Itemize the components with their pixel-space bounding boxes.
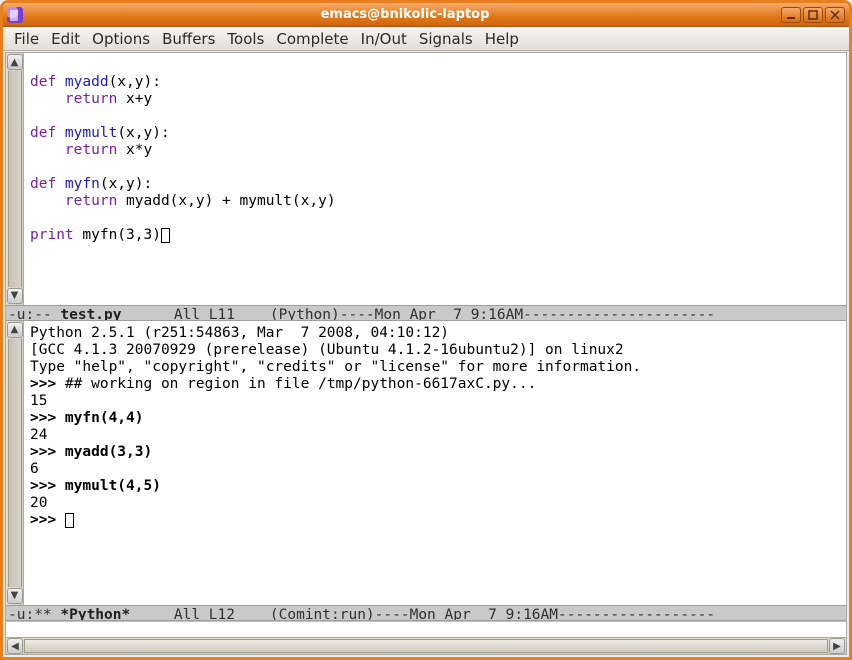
repl-output: 15 [30, 393, 47, 409]
echo-area[interactable] [6, 621, 846, 637]
menu-edit[interactable]: Edit [46, 28, 85, 50]
window-title: emacs@bnikolic-laptop [29, 7, 781, 22]
mode-line-bottom[interactable]: -u:** *Python* All L12 (Comint:run)----M… [6, 605, 846, 621]
repl-pane: ▲ ▼ Python 2.5.1 (r251:54863, Mar 7 2008… [6, 321, 846, 605]
scroll-track[interactable] [24, 639, 828, 653]
menu-file[interactable]: File [9, 28, 44, 50]
source-line: def mymult(x,y): [30, 125, 170, 141]
source-line: def myadd(x,y): [30, 74, 161, 90]
maximize-button[interactable] [803, 7, 823, 23]
close-button[interactable] [825, 7, 845, 23]
repl-line: >>> myadd(3,3) [30, 444, 152, 460]
scroll-track[interactable] [8, 339, 22, 587]
repl-banner: Type "help", "copyright", "credits" or "… [30, 359, 641, 375]
scroll-right-icon[interactable]: ▶ [829, 638, 845, 654]
source-line: def myfn(x,y): [30, 176, 152, 192]
menu-signals[interactable]: Signals [414, 28, 478, 50]
repl-output: 20 [30, 495, 47, 511]
repl-banner: Python 2.5.1 (r251:54863, Mar 7 2008, 04… [30, 325, 449, 341]
text-cursor [161, 228, 170, 243]
scroll-thumb[interactable] [24, 640, 828, 652]
scroll-down-icon[interactable]: ▼ [7, 588, 23, 604]
scroll-up-icon[interactable]: ▲ [7, 322, 23, 338]
scrollbar-vertical-bottom[interactable]: ▲ ▼ [6, 321, 24, 605]
menu-complete[interactable]: Complete [271, 28, 353, 50]
repl-output: 6 [30, 461, 39, 477]
scrollbar-vertical-top[interactable]: ▲ ▼ [6, 53, 24, 305]
menu-tools[interactable]: Tools [222, 28, 269, 50]
source-line: return x+y [30, 91, 152, 107]
menu-options[interactable]: Options [87, 28, 155, 50]
repl-line: >>> [30, 512, 74, 528]
work-area: ▲ ▼ def myadd(x,y): return x+y def mymul… [5, 52, 847, 655]
text-cursor [65, 513, 74, 528]
repl-line: >>> myfn(4,4) [30, 410, 144, 426]
repl-line: >>> ## working on region in file /tmp/py… [30, 376, 536, 392]
source-line: return x*y [30, 142, 152, 158]
mode-line-top[interactable]: -u:-- test.py All L11 (Python)----Mon Ap… [6, 305, 846, 321]
window-titlebar: emacs@bnikolic-laptop [3, 3, 849, 27]
app-icon [7, 7, 23, 23]
repl-line: >>> mymult(4,5) [30, 478, 161, 494]
menu-inout[interactable]: In/Out [356, 28, 412, 50]
scrollbar-horizontal[interactable]: ◀ ▶ [6, 637, 846, 654]
editor-buffer[interactable]: def myadd(x,y): return x+y def mymult(x,… [24, 53, 846, 305]
menu-help[interactable]: Help [480, 28, 524, 50]
minimize-button[interactable] [781, 7, 801, 23]
scroll-left-icon[interactable]: ◀ [7, 638, 23, 654]
repl-buffer[interactable]: Python 2.5.1 (r251:54863, Mar 7 2008, 04… [24, 321, 846, 605]
editor-pane: ▲ ▼ def myadd(x,y): return x+y def mymul… [6, 53, 846, 305]
repl-output: 24 [30, 427, 47, 443]
menu-bar: File Edit Options Buffers Tools Complete… [3, 27, 849, 51]
scroll-up-icon[interactable]: ▲ [7, 54, 23, 70]
menu-buffers[interactable]: Buffers [157, 28, 220, 50]
scroll-track[interactable] [8, 71, 22, 287]
buffer-name: *Python* [60, 607, 130, 621]
source-line: return myadd(x,y) + mymult(x,y) [30, 193, 336, 209]
repl-banner: [GCC 4.1.3 20070929 (prerelease) (Ubuntu… [30, 342, 624, 358]
buffer-name: test.py [60, 307, 121, 321]
scroll-down-icon[interactable]: ▼ [7, 288, 23, 304]
source-line: print myfn(3,3) [30, 227, 170, 243]
